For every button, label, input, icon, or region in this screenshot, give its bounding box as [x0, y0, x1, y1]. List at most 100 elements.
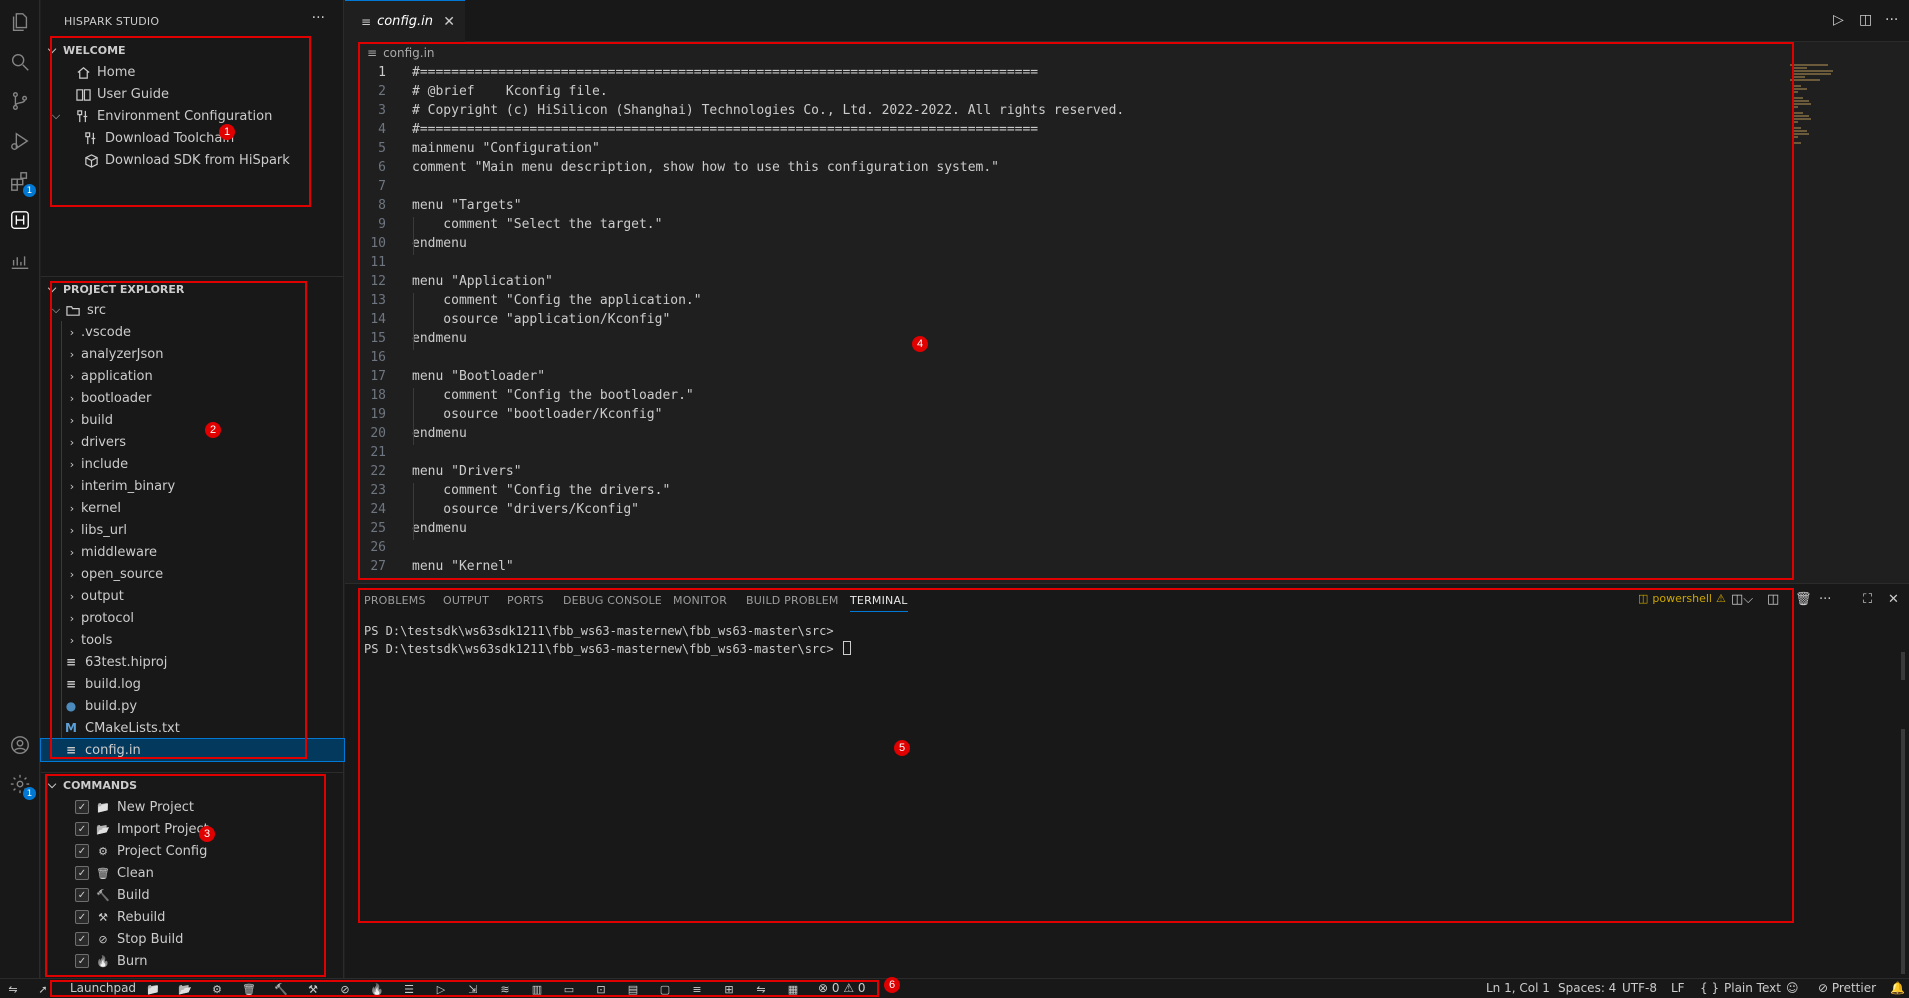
- tree-folder-item[interactable]: › build: [41, 409, 344, 431]
- tree-folder-item[interactable]: › application: [41, 365, 344, 387]
- panel-tab[interactable]: DEBUG CONSOLE: [563, 594, 662, 607]
- split-terminal-icon[interactable]: ◫: [1767, 592, 1779, 607]
- new-project-icon[interactable]: 📁: [146, 982, 160, 996]
- code-line[interactable]: mainmenu "Configuration": [412, 141, 600, 156]
- code-line[interactable]: comment "Config the application.": [412, 293, 701, 308]
- account-icon[interactable]: [8, 733, 32, 757]
- breadcrumb[interactable]: ≡ config.in: [345, 42, 1909, 64]
- run-debug-icon[interactable]: [8, 129, 32, 153]
- code-line[interactable]: osource "application/Kconfig": [412, 312, 670, 327]
- welcome-item-environment-configuration[interactable]: ⌵ Environment Configuration: [41, 105, 344, 127]
- trash-icon[interactable]: 🗑: [242, 982, 256, 996]
- tree-folder-item[interactable]: › kernel: [41, 497, 344, 519]
- code-line[interactable]: menu "Drivers": [412, 464, 522, 479]
- list-icon[interactable]: ☰: [402, 982, 416, 996]
- code-line[interactable]: menu "Application": [412, 274, 553, 289]
- panel-tab[interactable]: BUILD PROBLEM: [746, 594, 839, 607]
- tree-file-item[interactable]: ≡ config.in: [40, 738, 345, 762]
- encoding[interactable]: UTF-8: [1622, 981, 1657, 995]
- download-icon[interactable]: ⇲: [466, 982, 480, 996]
- checkbox[interactable]: ✓: [75, 954, 89, 968]
- folder-icon[interactable]: 📂: [178, 982, 192, 996]
- welcome-item-home[interactable]: Home: [41, 61, 344, 83]
- checkbox[interactable]: ✓: [75, 800, 89, 814]
- commands-section-header[interactable]: ⌵ COMMANDS: [41, 774, 344, 796]
- link-icon[interactable]: ⇋: [754, 982, 768, 996]
- panel-tab[interactable]: TERMINAL: [850, 594, 908, 612]
- code-line[interactable]: endmenu: [412, 521, 467, 536]
- tree-file-item[interactable]: M CMakeLists.txt: [41, 717, 344, 739]
- command-item[interactable]: ✓ ⚒ Rebuild: [41, 906, 344, 928]
- extensions-icon[interactable]: 1: [8, 169, 36, 197]
- explorer-icon[interactable]: [8, 10, 32, 34]
- checkbox[interactable]: ✓: [75, 822, 89, 836]
- code-line[interactable]: endmenu: [412, 426, 467, 441]
- cursor-position[interactable]: Ln 1, Col 1: [1486, 981, 1550, 995]
- tree-folder-item[interactable]: › analyzerJson: [41, 343, 344, 365]
- tree-folder-src[interactable]: ⌵ src: [41, 299, 344, 321]
- trash-icon[interactable]: 🗑: [1795, 592, 1812, 607]
- run-icon[interactable]: ▷: [1833, 12, 1844, 28]
- terminal-icon[interactable]: ▤: [626, 982, 640, 996]
- code-line[interactable]: osource "drivers/Kconfig": [412, 502, 639, 517]
- checkbox[interactable]: ✓: [75, 844, 89, 858]
- code-line[interactable]: comment "Config the bootloader.": [412, 388, 693, 403]
- checkbox[interactable]: ✓: [75, 888, 89, 902]
- device-icon[interactable]: ⊡: [594, 982, 608, 996]
- command-item[interactable]: ✓ 📂 Import Project: [41, 818, 344, 840]
- code-line[interactable]: menu "Bootloader": [412, 369, 545, 384]
- terminal-scrollbar[interactable]: [1901, 652, 1905, 680]
- command-item[interactable]: ✓ ⚙ Project Config: [41, 840, 344, 862]
- gear-icon[interactable]: ⚙: [210, 982, 224, 996]
- copilot-icon[interactable]: ☺: [1786, 981, 1799, 995]
- checkbox[interactable]: ✓: [75, 932, 89, 946]
- panel-tab[interactable]: PORTS: [507, 594, 544, 607]
- command-item[interactable]: ✓ 📁 New Project: [41, 796, 344, 818]
- prettier-status[interactable]: ⊘ Prettier: [1818, 981, 1876, 995]
- rocket-icon[interactable]: ➚: [36, 982, 50, 996]
- end-of-line[interactable]: LF: [1671, 981, 1685, 995]
- welcome-item-user-guide[interactable]: User Guide: [41, 83, 344, 105]
- tree-folder-item[interactable]: › include: [41, 453, 344, 475]
- tree-file-item[interactable]: ≡ build.log: [41, 673, 344, 695]
- more-actions-icon[interactable]: ···: [1819, 592, 1831, 607]
- search-icon[interactable]: [8, 50, 32, 74]
- grid-icon[interactable]: ⊞: [722, 982, 736, 996]
- code-line[interactable]: comment "Config the drivers.": [412, 483, 670, 498]
- tree-folder-item[interactable]: › output: [41, 585, 344, 607]
- breadcrumb-file[interactable]: config.in: [383, 46, 434, 60]
- window-icon[interactable]: ▢: [658, 982, 672, 996]
- new-terminal-split-icon[interactable]: ◫⌵: [1731, 592, 1753, 607]
- table-icon[interactable]: ▦: [786, 982, 800, 996]
- tree-folder-item[interactable]: › protocol: [41, 607, 344, 629]
- tab-config-in[interactable]: ≡ config.in ✕: [345, 0, 465, 42]
- command-item[interactable]: ✓ 🗑 Clean: [41, 862, 344, 884]
- indentation[interactable]: Spaces: 4: [1558, 981, 1616, 995]
- tree-file-item[interactable]: ≡ 63test.hiproj: [41, 651, 344, 673]
- command-item[interactable]: ✓ 🔨 Build: [41, 884, 344, 906]
- code-line[interactable]: # @brief Kconfig file.: [412, 84, 608, 99]
- panel-tab[interactable]: OUTPUT: [443, 594, 489, 607]
- problems-count[interactable]: ⊗ 0 ⚠ 0: [818, 981, 866, 995]
- tree-folder-item[interactable]: › drivers: [41, 431, 344, 453]
- welcome-item-download-toolchain[interactable]: Download Toolchain: [41, 127, 344, 149]
- tree-folder-item[interactable]: › interim_binary: [41, 475, 344, 497]
- code-line[interactable]: # Copyright (c) HiSilicon (Shanghai) Tec…: [412, 103, 1124, 118]
- code-line[interactable]: endmenu: [412, 236, 467, 251]
- welcome-item-download-sdk[interactable]: Download SDK from HiSpark: [41, 149, 344, 171]
- language-mode[interactable]: Plain Text: [1724, 981, 1781, 995]
- tree-file-item[interactable]: ● build.py: [41, 695, 344, 717]
- tree-folder-item[interactable]: › bootloader: [41, 387, 344, 409]
- hammer-icon[interactable]: 🔨: [274, 982, 288, 996]
- editor-scrollbar[interactable]: [1894, 64, 1908, 580]
- command-item[interactable]: ✓ 🔥 Burn: [41, 950, 344, 972]
- close-icon[interactable]: ✕: [443, 14, 455, 30]
- minimap[interactable]: [1790, 64, 1833, 154]
- code-line[interactable]: menu "Targets": [412, 198, 522, 213]
- more-actions-icon[interactable]: ···: [312, 10, 325, 26]
- maximize-panel-icon[interactable]: ⛶: [1863, 592, 1872, 607]
- project-explorer-section-header[interactable]: ⌵ PROJECT EXPLORER: [41, 278, 344, 300]
- close-panel-icon[interactable]: ✕: [1888, 592, 1899, 607]
- code-line[interactable]: comment "Main menu description, show how…: [412, 160, 999, 175]
- layers-icon[interactable]: ≋: [498, 982, 512, 996]
